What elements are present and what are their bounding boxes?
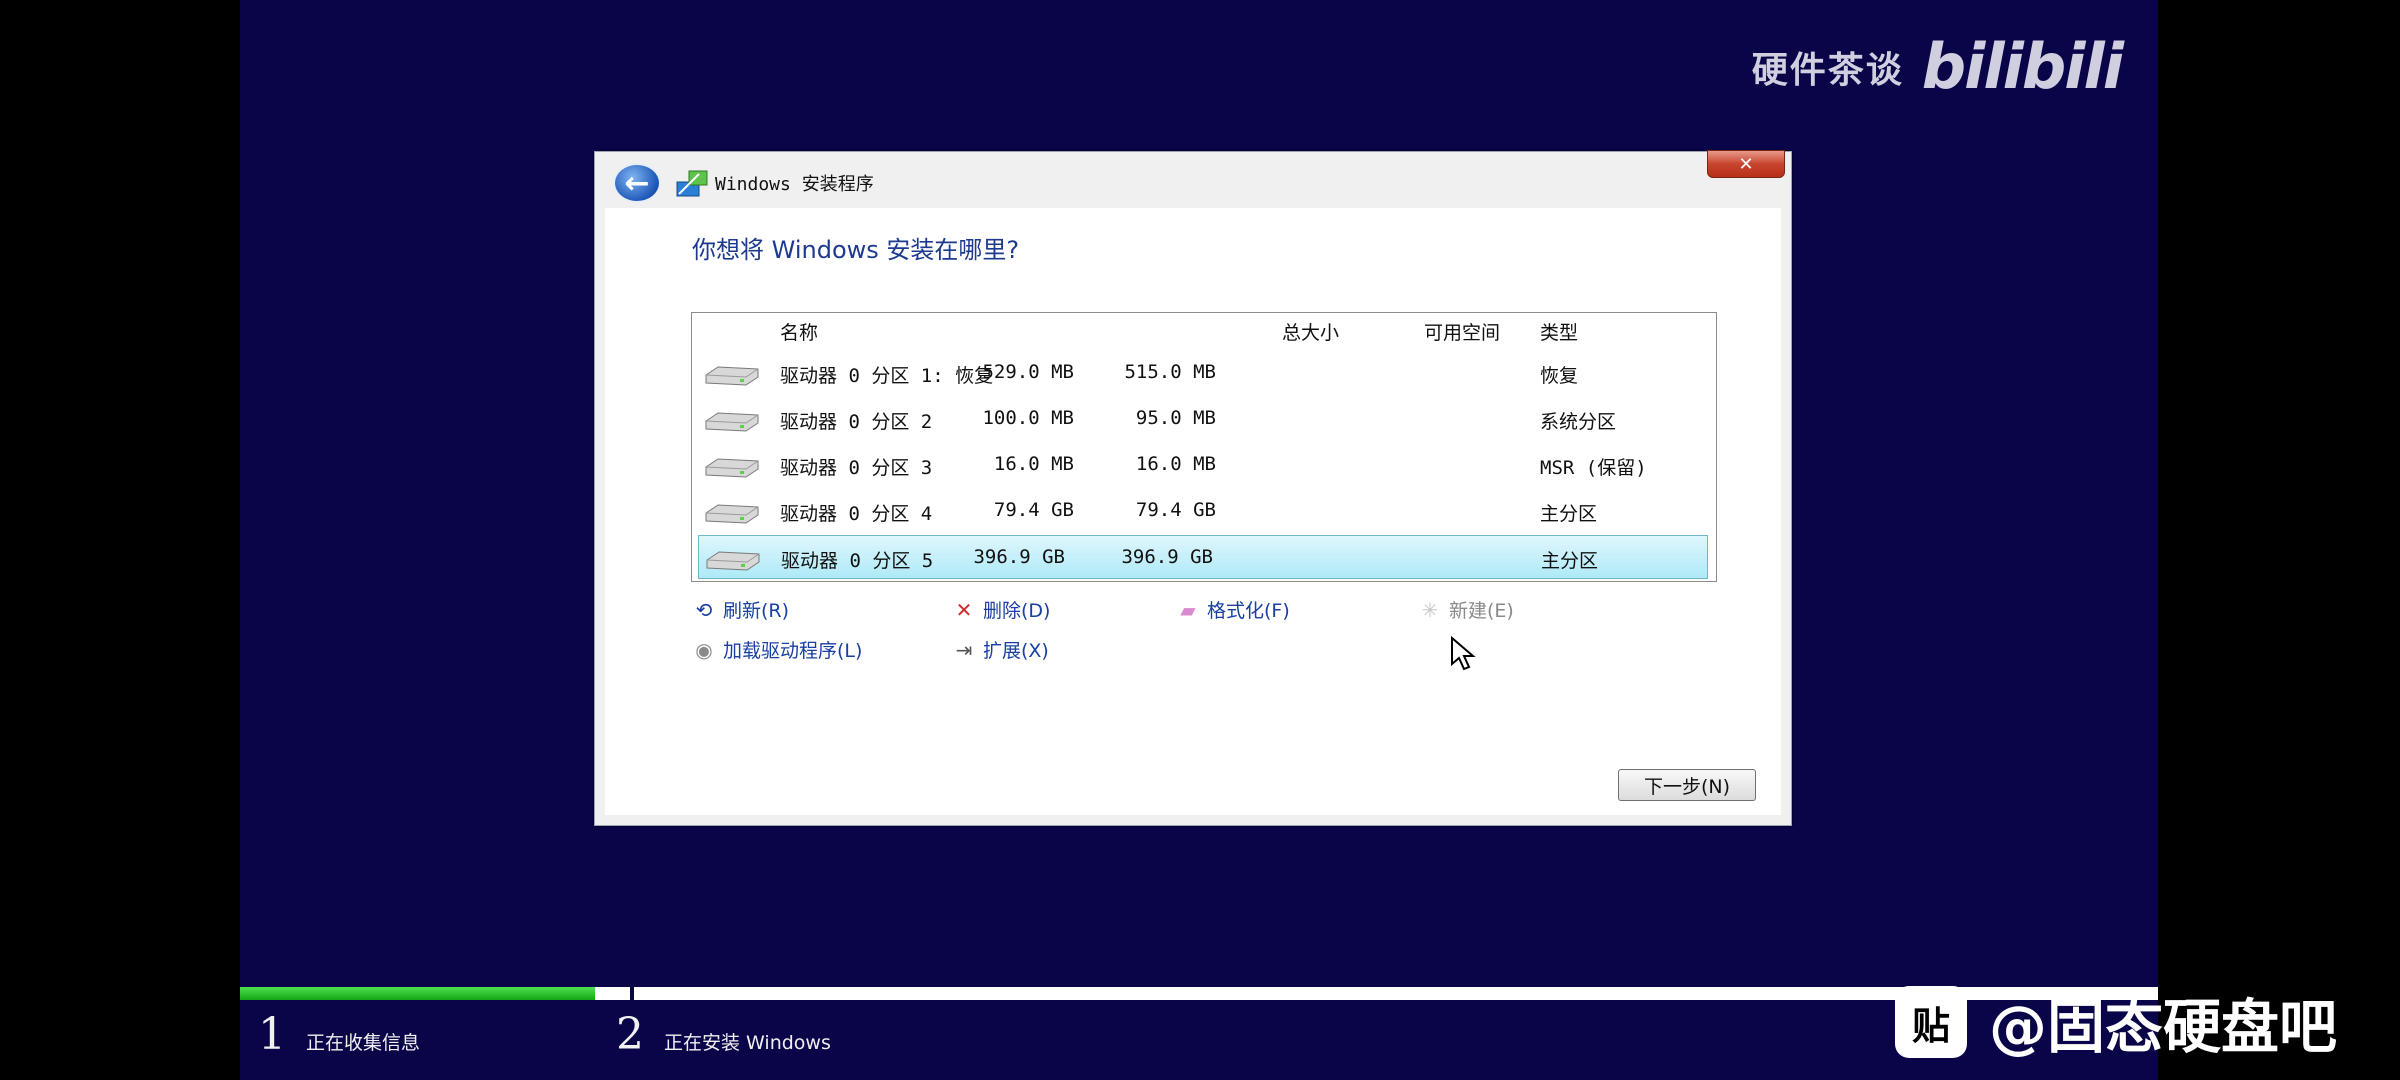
hard-drive-icon: [705, 366, 759, 386]
partition-actions: ⟲ 刷新(R) ✕ 删除(D) ▰ 格式化(F) ✳ 新建(E) ◉ 加载驱动程…: [691, 590, 1691, 670]
new-label: 新建(E): [1449, 600, 1514, 622]
partition-free: 95.0 MB: [1135, 407, 1216, 429]
partition-list[interactable]: 名称 总大小 可用空间 类型 驱动器 0 分区 1: 恢复 529.0 MB 5…: [691, 312, 1717, 582]
column-header-name[interactable]: 名称: [780, 318, 818, 345]
refresh-label: 刷新(R): [723, 600, 790, 622]
hard-drive-icon: [705, 458, 759, 478]
step-number: 1: [258, 1009, 286, 1060]
column-header-type[interactable]: 类型: [1540, 318, 1578, 345]
progress-divider: [630, 985, 634, 1002]
partition-name: 驱动器 0 分区 2: [780, 411, 933, 433]
load-driver-link[interactable]: ◉ 加载驱动程序(L): [691, 636, 862, 663]
partition-row[interactable]: 驱动器 0 分区 3 16.0 MB 16.0 MB MSR (保留): [692, 443, 1716, 487]
partition-type: 主分区: [1540, 503, 1598, 525]
partition-name: 驱动器 0 分区 5: [781, 550, 934, 572]
partition-total: 16.0 MB: [993, 453, 1074, 475]
watermark-top: 硬件茶谈 bilibili: [1751, 30, 2124, 103]
load-driver-label: 加载驱动程序(L): [723, 640, 863, 662]
step-number: 2: [616, 1009, 644, 1060]
partition-row-selected[interactable]: 驱动器 0 分区 5 396.9 GB 396.9 GB 主分区: [698, 535, 1708, 579]
partition-type: 系统分区: [1540, 411, 1617, 433]
step-1: 1 正在收集信息: [258, 1009, 420, 1060]
tieba-logo-icon: 贴: [1895, 986, 1967, 1058]
step-label: 正在收集信息: [306, 1032, 421, 1054]
partition-free: 79.4 GB: [1135, 499, 1216, 521]
partition-name: 驱动器 0 分区 4: [780, 503, 933, 525]
hard-drive-icon: [706, 551, 760, 571]
windows-setup-icon: [676, 170, 708, 197]
partition-name: 驱动器 0 分区 1: 恢复: [780, 365, 994, 387]
new-link[interactable]: ✳ 新建(E): [1417, 596, 1514, 623]
watermark-bottom: 贴 @固态硬盘吧: [1895, 980, 2337, 1064]
delete-icon: ✕: [955, 597, 973, 622]
extend-label: 扩展(X): [983, 640, 1049, 662]
format-link[interactable]: ▰ 格式化(F): [1175, 596, 1290, 623]
partition-row[interactable]: 驱动器 0 分区 4 79.4 GB 79.4 GB 主分区: [692, 489, 1716, 533]
close-button[interactable]: ✕: [1707, 150, 1785, 178]
partition-total: 396.9 GB: [973, 546, 1065, 568]
progress-fill: [240, 987, 595, 1000]
install-progress: 1 正在收集信息 2 正在安装 Windows: [240, 985, 2158, 1080]
bilibili-logo: bilibili: [1921, 30, 2124, 103]
partition-total: 100.0 MB: [982, 407, 1074, 429]
delete-link[interactable]: ✕ 删除(D): [951, 596, 1051, 623]
column-header-total[interactable]: 总大小: [1282, 318, 1339, 345]
partition-free: 16.0 MB: [1135, 453, 1216, 475]
step-2: 2 正在安装 Windows: [616, 1009, 831, 1060]
partition-row[interactable]: 驱动器 0 分区 1: 恢复 529.0 MB 515.0 MB 恢复: [692, 351, 1716, 395]
hard-drive-icon: [705, 504, 759, 524]
partition-type: 主分区: [1541, 550, 1599, 572]
disc-icon: ◉: [695, 637, 713, 662]
extend-icon: ⇥: [955, 637, 973, 662]
partition-free: 396.9 GB: [1121, 546, 1213, 568]
partition-type: 恢复: [1540, 365, 1579, 387]
watermark-channel-name: 硬件茶谈: [1751, 49, 1904, 91]
partition-total: 529.0 MB: [982, 361, 1074, 383]
delete-label: 删除(D): [983, 600, 1051, 622]
refresh-link[interactable]: ⟲ 刷新(R): [691, 596, 789, 623]
page-heading: 你想将 Windows 安装在哪里?: [692, 236, 1020, 264]
partition-free: 515.0 MB: [1124, 361, 1216, 383]
mouse-cursor-icon: [1451, 636, 1476, 671]
back-arrow-icon[interactable]: ←: [613, 163, 661, 203]
partition-row[interactable]: 驱动器 0 分区 2 100.0 MB 95.0 MB 系统分区: [692, 397, 1716, 441]
hard-drive-icon: [705, 412, 759, 432]
refresh-icon: ⟲: [695, 597, 713, 622]
format-label: 格式化(F): [1207, 600, 1290, 622]
watermark-handle: @固态硬盘吧: [1989, 993, 2338, 1061]
setup-screen: 硬件茶谈 bilibili ← Windows 安装程序 ✕ 你想将 Windo…: [240, 0, 2158, 1080]
next-button[interactable]: 下一步(N): [1618, 769, 1756, 801]
step-label: 正在安装 Windows: [664, 1032, 831, 1054]
window-title: Windows 安装程序: [715, 174, 874, 195]
partition-total: 79.4 GB: [993, 499, 1074, 521]
column-header-free[interactable]: 可用空间: [1424, 318, 1500, 345]
partition-name: 驱动器 0 分区 3: [780, 457, 933, 479]
eraser-icon: ▰: [1180, 597, 1196, 622]
extend-link[interactable]: ⇥ 扩展(X): [951, 636, 1049, 663]
partition-type: MSR (保留): [1540, 457, 1647, 479]
title-bar: ← Windows 安装程序 ✕: [595, 150, 1791, 208]
new-sparkle-icon: ✳: [1421, 597, 1439, 622]
